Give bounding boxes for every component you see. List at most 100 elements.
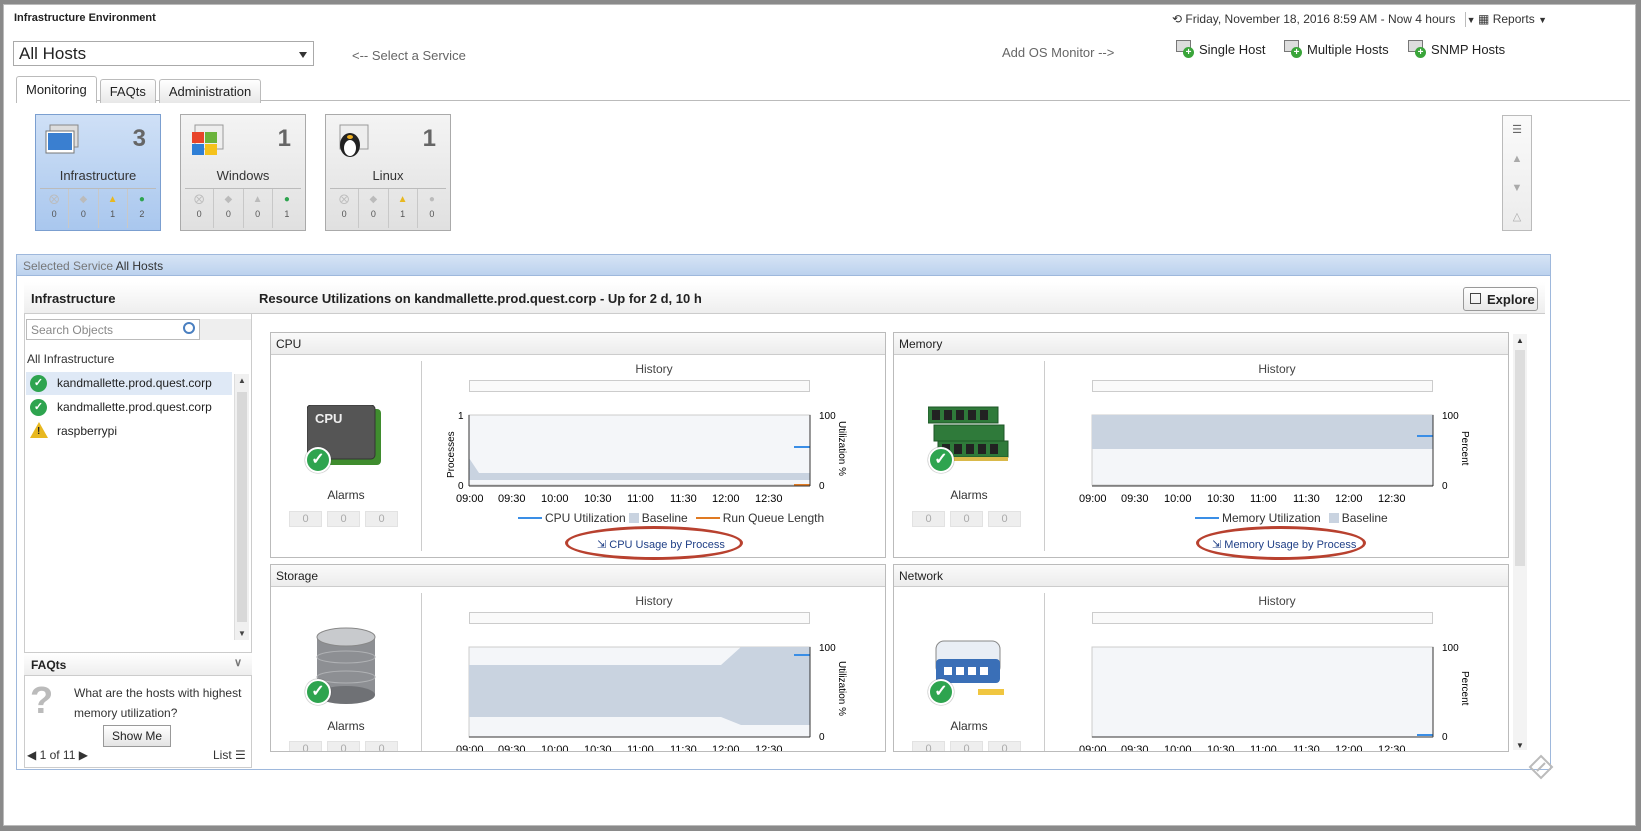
svg-text:09:30: 09:30: [1121, 744, 1149, 752]
linux-penguin-icon: [339, 124, 369, 157]
tree-root[interactable]: All Infrastructure: [27, 352, 114, 366]
svg-text:09:00: 09:00: [1079, 744, 1107, 752]
host-select[interactable]: All Hosts: [13, 41, 314, 66]
warning-icon: ▲: [252, 194, 263, 205]
explore-button[interactable]: Explore: [1463, 287, 1538, 311]
scroll-thumb[interactable]: [237, 392, 247, 622]
resize-handle-icon[interactable]: [1528, 754, 1554, 780]
reports-menu[interactable]: ▦ Reports ▼: [1478, 12, 1547, 26]
alarm-counts: 0 0 0: [289, 741, 403, 751]
right-axis-label: Percent: [1459, 431, 1470, 466]
left-axis-label: Processes: [446, 431, 457, 478]
tab-monitoring[interactable]: Monitoring: [16, 76, 97, 103]
alarm-counts: 0 0 0: [289, 511, 403, 527]
service-label: Windows: [216, 168, 270, 183]
ok-status-icon: ✓: [30, 375, 47, 392]
scroll-thumb[interactable]: [1515, 350, 1525, 566]
scroll-down-icon[interactable]: ▼: [238, 629, 246, 638]
cpu-usage-by-process-button[interactable]: ⇲ CPU Usage by Process: [565, 526, 743, 560]
memory-usage-by-process-button[interactable]: ⇲ Memory Usage by Process: [1196, 526, 1366, 560]
svg-text:09:30: 09:30: [498, 744, 526, 752]
svg-text:11:00: 11:00: [1250, 493, 1277, 505]
show-me-button[interactable]: Show Me: [103, 725, 171, 747]
svg-text:0: 0: [1442, 481, 1448, 492]
service-card-linux[interactable]: 1 Linux ⨂ 0 ◆ 0 ▲ 1 ● 0: [325, 114, 451, 231]
time-axis: 09:00 09:30 10:00 10:30 11:00 11:30 12:0…: [456, 493, 783, 505]
search-objects-input[interactable]: Search Objects: [26, 319, 200, 340]
history-range-bar[interactable]: [1092, 612, 1433, 624]
tab-bar: Monitoring FAQts Administration: [16, 76, 264, 103]
svg-text:12:30: 12:30: [1378, 493, 1406, 505]
add-multiple-hosts-button[interactable]: + Multiple Hosts: [1284, 40, 1389, 58]
alarms-label: Alarms: [950, 719, 988, 733]
scroll-down-icon[interactable]: ▼: [1516, 741, 1524, 750]
list-link[interactable]: List ☰: [213, 748, 246, 762]
history-range-bar[interactable]: [469, 612, 810, 624]
scroll-up-icon[interactable]: ▲: [238, 376, 246, 385]
panel-title: CPU: [271, 333, 885, 355]
tab-faqts[interactable]: FAQts: [99, 79, 156, 103]
tree-scrollbar[interactable]: ▲ ▼: [234, 374, 249, 640]
svg-text:1: 1: [458, 411, 464, 422]
critical-icon: ⨂: [339, 194, 350, 205]
service-card-windows[interactable]: 1 Windows ⨂ 0 ◆ 0 ▲ 0 ● 1: [180, 114, 306, 231]
main-title: Resource Utilizations on kandmallette.pr…: [252, 282, 1545, 314]
svg-text:11:30: 11:30: [670, 493, 697, 505]
svg-text:10:00: 10:00: [1164, 744, 1192, 752]
faq-header[interactable]: FAQts ∨: [24, 652, 252, 676]
svg-text:10:00: 10:00: [541, 493, 569, 505]
list-view-icon[interactable]: ☰: [1503, 116, 1531, 145]
svg-text:12:30: 12:30: [755, 493, 783, 505]
service-count: 3: [132, 125, 146, 152]
tree-item-host[interactable]: ✓ kandmallette.prod.quest.corp: [26, 396, 232, 419]
ok-icon: ●: [138, 194, 145, 205]
prev-icon[interactable]: ◀: [27, 748, 36, 762]
fatal-icon: ◆: [224, 194, 233, 205]
tab-administration[interactable]: Administration: [158, 79, 262, 103]
chevron-down-icon: [299, 52, 307, 58]
ok-badge-icon: ✓: [305, 679, 331, 705]
history-range-bar[interactable]: [1092, 380, 1433, 392]
move-down-icon[interactable]: ▼: [1503, 174, 1531, 203]
service-card-infrastructure[interactable]: 3 Infrastructure ⨂ 0 ◆ 0 ▲ 1 ● 2: [35, 114, 161, 231]
main-scrollbar[interactable]: ▲ ▼: [1513, 334, 1527, 750]
tree-item-host[interactable]: ! raspberrypi: [26, 420, 232, 443]
windows-icon: [192, 124, 224, 155]
svg-text:10:00: 10:00: [1164, 493, 1192, 505]
svg-text:11:00: 11:00: [627, 744, 654, 752]
history-title: History: [635, 594, 673, 608]
tree-item-host[interactable]: ✓ kandmallette.prod.quest.corp: [26, 372, 232, 395]
time-axis: 09:00 09:30 10:00 10:30 11:00 11:30 12:0…: [1079, 744, 1406, 752]
collapse-icon[interactable]: ∨: [234, 656, 242, 669]
host-select-value: All Hosts: [19, 44, 87, 63]
ok-icon: ●: [428, 194, 435, 205]
svg-text:0: 0: [819, 481, 825, 492]
history-range-bar[interactable]: [469, 380, 810, 392]
timerange-selector[interactable]: ⟲ Friday, November 18, 2016 8:59 AM - No…: [1172, 12, 1476, 26]
panel-title: Storage: [271, 565, 885, 587]
storage-panel: Storage ✓ Alarms 0 0 0 History 100 0 Uti…: [270, 564, 886, 752]
svg-text:10:30: 10:30: [1207, 744, 1235, 752]
add-snmp-hosts-button[interactable]: + SNMP Hosts: [1408, 40, 1505, 58]
faq-question: What are the hosts with highest memory u…: [74, 686, 242, 720]
next-icon[interactable]: ▶: [79, 748, 88, 762]
list-icon: ☰: [235, 748, 246, 762]
move-up-icon[interactable]: ▲: [1503, 145, 1531, 174]
memory-history-chart: 100 0 Percent 09:00 09:30 10:00 10:30 11…: [1079, 411, 1470, 505]
search-icon[interactable]: [183, 322, 195, 334]
scroll-up-icon[interactable]: ▲: [1516, 336, 1524, 345]
status-counts: ⨂ 0 ◆ 0 ▲ 1 ● 2: [40, 188, 156, 228]
add-single-host-button[interactable]: + Single Host: [1176, 40, 1265, 58]
ok-badge-icon: ✓: [928, 679, 954, 705]
svg-text:09:00: 09:00: [456, 493, 484, 505]
svg-text:11:30: 11:30: [1293, 493, 1320, 505]
svg-text:11:00: 11:00: [1250, 744, 1277, 752]
time-axis: 09:00 09:30 10:00 10:30 11:00 11:30 12:0…: [456, 744, 783, 752]
critical-icon: ⨂: [194, 194, 205, 205]
cpu-history-chart: 1 0 100 0 Processes Utilization % 09:00 …: [446, 411, 847, 505]
clock-icon: ⟲: [1172, 12, 1183, 26]
alarms-label: Alarms: [327, 719, 365, 733]
memory-panel: Memory ✓ Alarms 0 0 0 History 100 0 Perc…: [893, 332, 1509, 560]
status-counts: ⨂ 0 ◆ 0 ▲ 1 ● 0: [330, 188, 446, 228]
move-top-icon[interactable]: △: [1503, 203, 1531, 232]
